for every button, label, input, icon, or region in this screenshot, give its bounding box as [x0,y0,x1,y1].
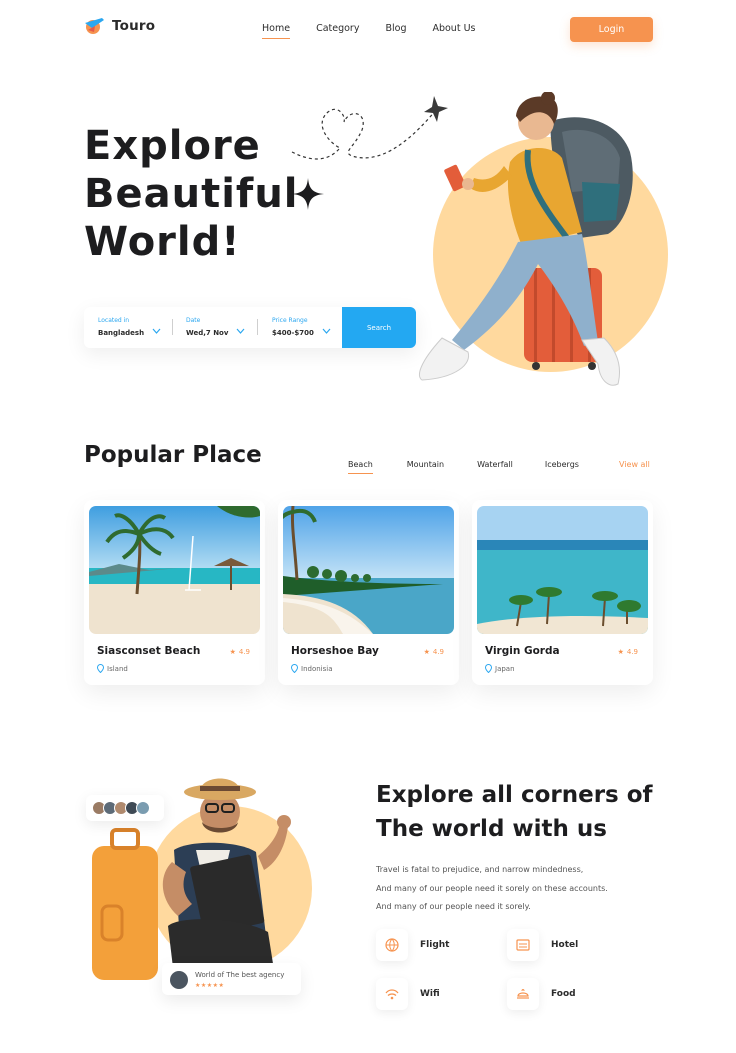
popular-section-title: Popular Place [84,442,262,468]
description-line: And many of our people need it sorely on… [376,883,608,893]
date-value: Wed,7 Nov [186,329,229,337]
brand-name: Touro [112,18,156,34]
wifi-icon [376,978,408,1010]
price-range-field[interactable]: Price Range $400-$700 [258,307,342,348]
date-field[interactable]: Date Wed,7 Nov [172,307,258,348]
price-range-value: $400-$700 [272,329,314,337]
food-icon [507,978,539,1010]
filter-icebergs[interactable]: Icebergs [545,460,579,469]
location-label: Located in [98,317,130,324]
place-rating: ★ 4.9 [230,648,250,656]
feature-wifi[interactable]: Wifi [376,978,440,1010]
virgin-gorda-photo [477,506,648,634]
description-line: Travel is fatal to prejudice, and narrow… [376,865,584,874]
plane-logo-icon [82,14,106,38]
location-pin-icon [485,664,492,673]
location-text: Japan [495,664,515,673]
explore-title-line: The world with us [376,816,607,842]
place-card[interactable]: Siasconset Beach ★ 4.9 Island [84,500,265,685]
feature-label: Wifi [420,989,440,999]
place-card[interactable]: Virgin Gorda ★ 4.9 Japan [472,500,653,685]
feature-label: Flight [420,940,450,950]
place-card[interactable]: Horseshoe Bay ★ 4.9 Indonisia [278,500,459,685]
sparkle-icon [292,178,324,210]
place-location: Indonisia [291,664,333,673]
search-button[interactable]: Search [342,307,416,348]
filter-mountain[interactable]: Mountain [407,460,444,469]
place-name: Virgin Gorda [485,645,560,657]
view-all-link[interactable]: View all [619,460,650,469]
avatar [170,971,188,989]
hero-title-line: Beautiful [84,171,299,217]
rating-value: 4.9 [238,648,250,656]
rating-value: 4.9 [626,648,638,656]
search-card: Located in Bangladesh Date Wed,7 Nov Pri… [84,307,416,348]
filter-waterfall[interactable]: Waterfall [477,460,513,469]
star-rating: ★★★★★ [195,982,225,989]
location-pin-icon [97,664,104,673]
chevron-down-icon [236,328,245,334]
hotel-icon [507,929,539,961]
hero-title-line: World! [84,219,241,265]
place-name: Horseshoe Bay [291,645,379,657]
brand-logo[interactable]: Touro [82,14,155,38]
star-icon: ★ [617,648,624,656]
hero-title-line: Explore [84,123,261,169]
location-text: Island [107,664,128,673]
agency-badge: World of The best agency ★★★★★ [162,963,301,995]
place-name: Siasconset Beach [97,645,201,657]
agency-text: World of The best agency [195,971,285,979]
place-location: Japan [485,664,515,673]
chevron-down-icon [152,328,161,334]
hero-title: Explore Beautiful World! [84,122,299,266]
filter-beach[interactable]: Beach [348,460,373,474]
explore-description: Travel is fatal to prejudice, and narrow… [376,861,608,917]
star-icon: ★ [423,648,430,656]
rating-value: 4.9 [432,648,444,656]
location-text: Indonisia [301,664,333,673]
feature-hotel[interactable]: Hotel [507,929,578,961]
place-rating: ★ 4.9 [424,648,444,656]
feature-flight[interactable]: Flight [376,929,449,961]
place-rating: ★ 4.9 [618,648,638,656]
explore-title: Explore all corners of The world with us [376,778,653,846]
main-nav: Home Category Blog About Us [262,23,501,39]
horseshoe-bay-photo [283,506,454,634]
place-location: Island [97,664,128,673]
feature-label: Hotel [551,940,579,950]
login-button[interactable]: Login [570,17,653,42]
explore-title-line: Explore all corners of [376,782,653,808]
nav-item-category[interactable]: Category [316,23,359,34]
traveler-with-backpack-image [419,92,633,386]
feature-label: Food [551,989,576,999]
traveler-avatar-group[interactable] [86,795,164,821]
globe-plane-icon [376,929,408,961]
nav-item-about-us[interactable]: About Us [432,23,475,34]
description-line: And many of our people need it sorely. [376,902,531,911]
location-pin-icon [291,664,298,673]
category-filters: Beach Mountain Waterfall Icebergs [348,460,579,474]
location-field[interactable]: Located in Bangladesh [84,307,172,348]
chevron-down-icon [322,328,331,334]
star-icon: ★ [229,648,236,656]
date-label: Date [186,317,201,324]
siasconset-beach-photo [89,506,260,634]
avatar [136,801,150,815]
nav-item-home[interactable]: Home [262,23,291,39]
nav-item-blog[interactable]: Blog [385,23,406,34]
price-range-label: Price Range [272,317,308,324]
feature-food[interactable]: Food [507,978,576,1010]
